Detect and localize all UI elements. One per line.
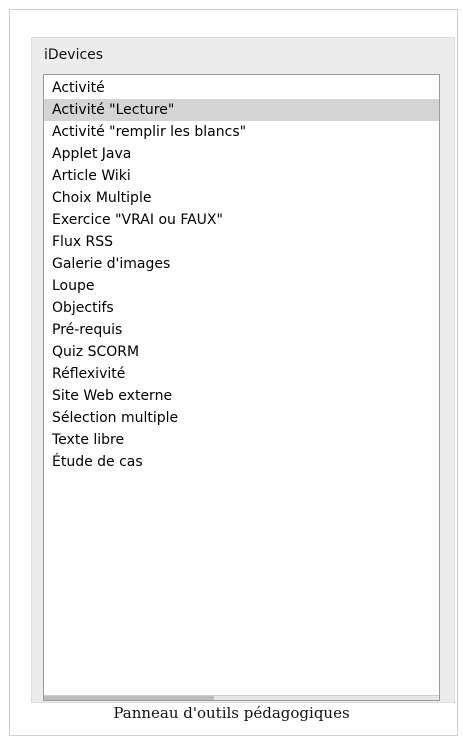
list-item[interactable]: Site Web externe xyxy=(44,385,439,407)
list-item[interactable]: Article Wiki xyxy=(44,165,439,187)
idevices-list-items: Activité Activité "Lecture" Activité "remp… xyxy=(44,75,439,473)
list-item[interactable]: Activité xyxy=(44,77,439,99)
list-item[interactable]: Loupe xyxy=(44,275,439,297)
list-item[interactable]: Quiz SCORM xyxy=(44,341,439,363)
list-item[interactable]: Sélection multiple xyxy=(44,407,439,429)
panel-title: iDevices xyxy=(44,47,104,63)
figure-caption: Panneau d'outils pédagogiques xyxy=(113,704,350,722)
list-item[interactable]: Exercice "VRAI ou FAUX" xyxy=(44,209,439,231)
scrollbar-thumb[interactable] xyxy=(44,696,214,700)
list-item[interactable]: Objectifs xyxy=(44,297,439,319)
list-item[interactable]: Texte libre xyxy=(44,429,439,451)
horizontal-scrollbar[interactable] xyxy=(44,695,439,700)
list-item[interactable]: Pré-requis xyxy=(44,319,439,341)
list-item[interactable]: Flux RSS xyxy=(44,231,439,253)
list-item[interactable]: Applet Java xyxy=(44,143,439,165)
list-item[interactable]: Étude de cas xyxy=(44,451,439,473)
idevices-panel: iDevices Activité Activité "Lecture" Activ… xyxy=(31,37,455,703)
list-item[interactable]: Réflexivité xyxy=(44,363,439,385)
list-item[interactable]: Choix Multiple xyxy=(44,187,439,209)
idevices-list[interactable]: Activité Activité "Lecture" Activité "remp… xyxy=(43,74,440,701)
list-item[interactable]: Activité "Lecture" xyxy=(44,99,439,121)
list-item[interactable]: Galerie d'images xyxy=(44,253,439,275)
figure-frame: iDevices Activité Activité "Lecture" Activ… xyxy=(9,9,458,736)
list-item[interactable]: Activité "remplir les blancs" xyxy=(44,121,439,143)
